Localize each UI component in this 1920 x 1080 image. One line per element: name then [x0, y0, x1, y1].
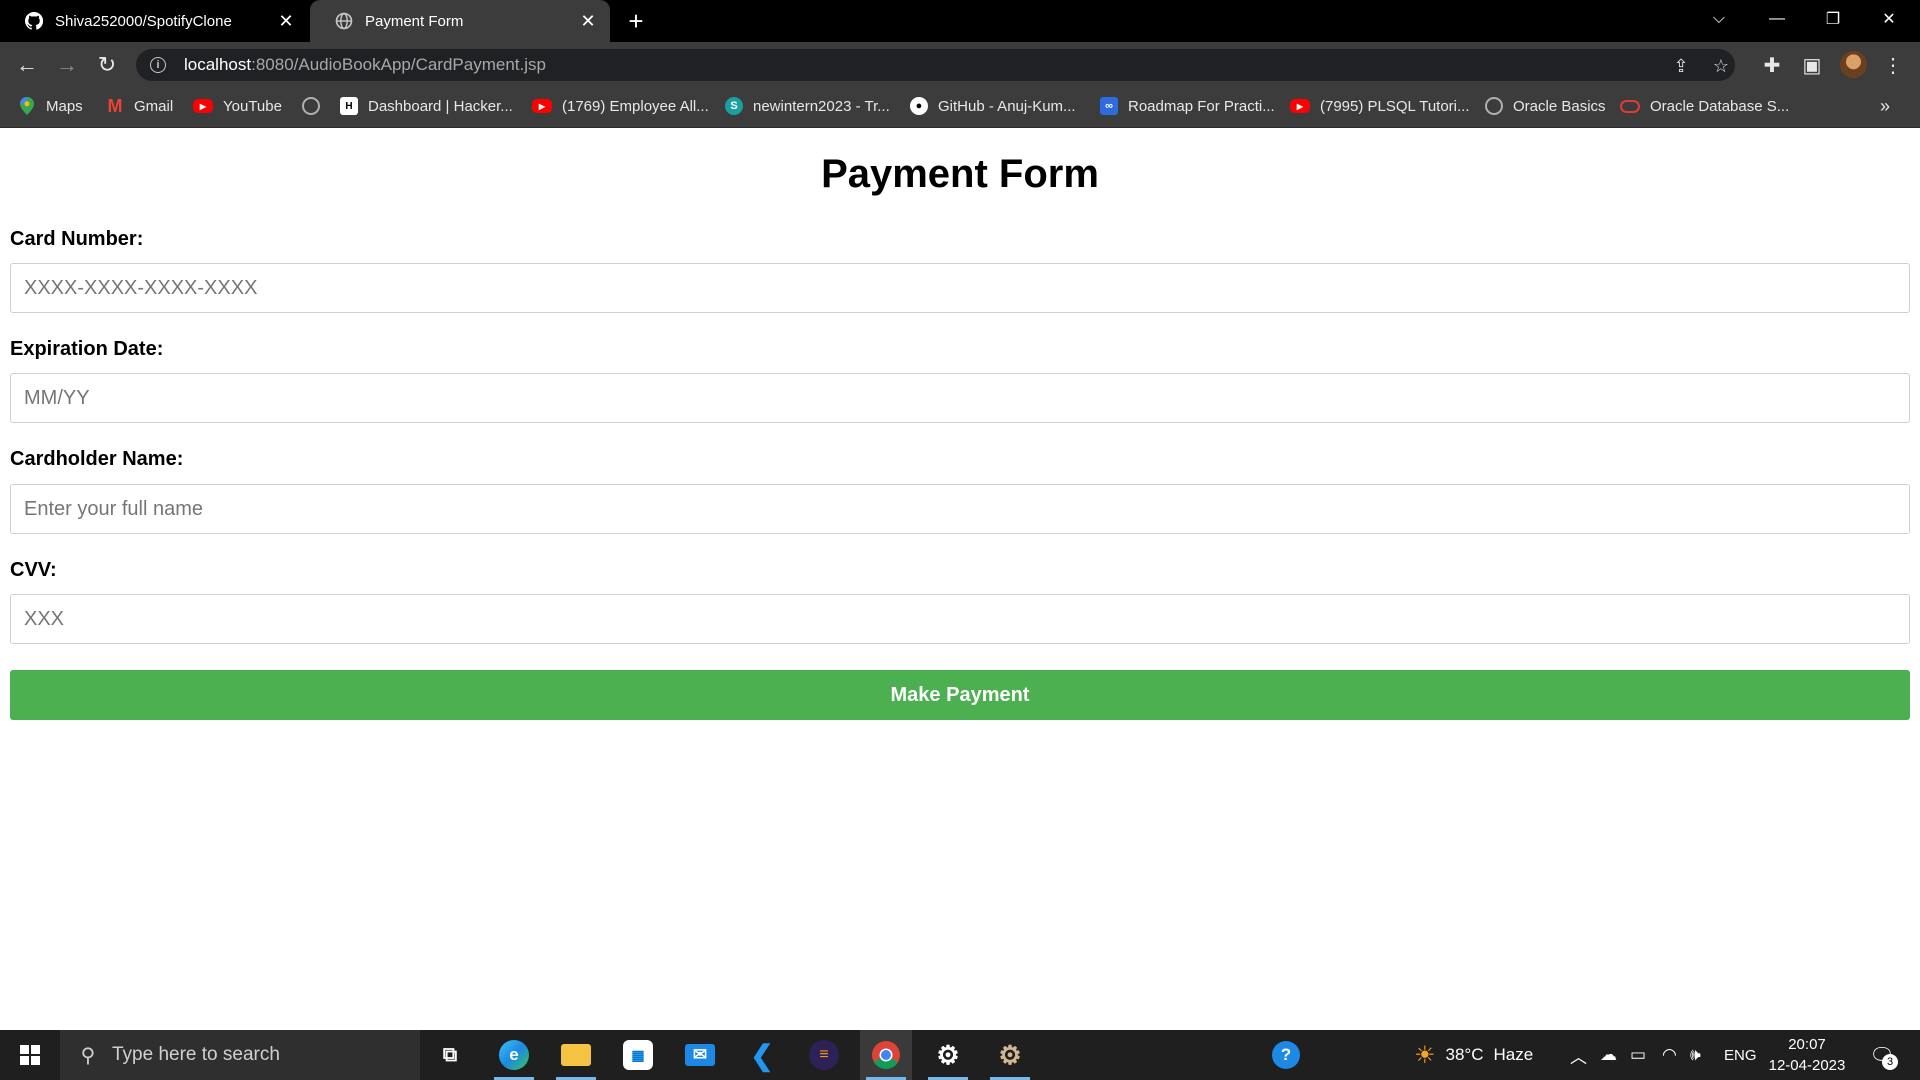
- reload-icon[interactable]: ↻: [92, 50, 122, 80]
- weather-widget[interactable]: ☀ 38°C Haze: [1414, 1030, 1533, 1080]
- bookmark-star-icon[interactable]: ☆: [1710, 55, 1732, 77]
- tab-title: Shiva252000/SpotifyClone: [55, 12, 232, 30]
- notifications-icon[interactable]: 🗨 3: [1866, 1040, 1898, 1070]
- taskbar-search-placeholder: Type here to search: [112, 1044, 280, 1065]
- bookmark-plsql[interactable]: ▶ (7995) PLSQL Tutori...: [1290, 88, 1470, 124]
- trello-icon: S: [725, 97, 743, 115]
- cvv-input[interactable]: [10, 594, 1910, 644]
- weather-temp: 38°C: [1445, 1045, 1484, 1064]
- gear-app-icon[interactable]: ⚙: [984, 1030, 1036, 1080]
- clock-date: 12-04-2023: [1768, 1057, 1846, 1074]
- bookmark-maps[interactable]: Maps: [18, 88, 83, 124]
- file-explorer-icon[interactable]: [550, 1030, 602, 1080]
- start-button[interactable]: [0, 1030, 60, 1080]
- volume-icon[interactable]: 🕪: [1690, 1030, 1701, 1080]
- settings-icon[interactable]: ⚙: [922, 1030, 974, 1080]
- card-number-label: Card Number:: [10, 228, 144, 250]
- site-info-icon[interactable]: i: [150, 57, 166, 73]
- url-path: :8080/AudioBookApp/CardPayment.jsp: [251, 55, 546, 74]
- store-icon[interactable]: ▦: [612, 1030, 664, 1080]
- oracle-icon: [1620, 99, 1640, 113]
- make-payment-button[interactable]: Make Payment: [10, 670, 1910, 720]
- youtube-icon: ▶: [532, 99, 552, 113]
- expiration-date-label: Expiration Date:: [10, 338, 164, 360]
- task-view-icon[interactable]: ⧉: [424, 1030, 476, 1080]
- windows-logo-icon: [20, 1045, 40, 1065]
- side-panel-icon[interactable]: ▣: [1797, 50, 1827, 80]
- bookmark-employee[interactable]: ▶ (1769) Employee All...: [532, 88, 709, 124]
- extensions-icon[interactable]: ✚: [1757, 50, 1787, 80]
- bookmarks-overflow-button[interactable]: »: [1880, 88, 1890, 124]
- youtube-icon: ▶: [1290, 99, 1310, 113]
- tab-spotifyclone[interactable]: Shiva252000/SpotifyClone ✕: [0, 0, 308, 42]
- haze-icon: ☀: [1414, 1041, 1436, 1069]
- restore-icon[interactable]: ❐: [1810, 0, 1856, 38]
- onedrive-icon[interactable]: ☁: [1600, 1030, 1617, 1080]
- battery-icon[interactable]: ▭: [1630, 1030, 1646, 1080]
- edge-icon[interactable]: e: [488, 1030, 540, 1080]
- tab-strip: Shiva252000/SpotifyClone ✕ Payment Form …: [0, 0, 1920, 42]
- globe-icon: [335, 12, 353, 30]
- github-icon: ●: [910, 97, 928, 115]
- browser-toolbar: ← → ↻ i localhost:8080/AudioBookApp/Card…: [0, 42, 1920, 88]
- bookmark-oracle-database[interactable]: Oracle Database S...: [1620, 88, 1789, 124]
- language-indicator[interactable]: ENG: [1724, 1030, 1757, 1080]
- wifi-icon[interactable]: ◠: [1662, 1030, 1677, 1080]
- menu-kebab-icon[interactable]: ⋮: [1878, 50, 1908, 80]
- clock-time: 20:07: [1788, 1036, 1826, 1053]
- expiration-date-input[interactable]: [10, 373, 1910, 423]
- gmail-icon: M: [107, 95, 123, 116]
- url-host: localhost: [184, 55, 252, 74]
- cardholder-name-input[interactable]: [10, 484, 1910, 534]
- youtube-icon: ▶: [193, 99, 213, 113]
- github-icon: [25, 12, 43, 30]
- help-icon[interactable]: ?: [1272, 1030, 1300, 1080]
- back-arrow-icon[interactable]: ←: [12, 50, 42, 80]
- search-icon: ⚲: [80, 1044, 96, 1067]
- bookmark-github[interactable]: ● GitHub - Anuj-Kum...: [910, 88, 1076, 124]
- bookmark-globe[interactable]: [302, 88, 330, 124]
- card-number-input[interactable]: [10, 263, 1910, 313]
- weather-condition: Haze: [1493, 1045, 1534, 1064]
- maps-icon: [18, 97, 36, 115]
- taskbar-clock[interactable]: 20:07 12-04-2023: [1762, 1034, 1852, 1076]
- globe-icon: [302, 97, 320, 115]
- roadmap-icon: ∞: [1100, 97, 1118, 115]
- bookmark-newintern[interactable]: S newintern2023 - Tr...: [725, 88, 890, 124]
- profile-avatar[interactable]: [1840, 51, 1867, 78]
- bookmark-youtube[interactable]: ▶ YouTube: [193, 88, 282, 124]
- tab-title: Payment Form: [365, 12, 464, 30]
- tab-search-chevron-icon[interactable]: ⌵: [1696, 0, 1742, 38]
- chrome-icon[interactable]: [860, 1030, 912, 1080]
- eclipse-icon[interactable]: ≡: [798, 1030, 850, 1080]
- forward-arrow-icon[interactable]: →: [52, 50, 82, 80]
- windows-taskbar: ⚲ Type here to search ⧉ e ▦ ✉ ❮ ≡ ⚙ ⚙ ? …: [0, 1030, 1920, 1080]
- bookmark-oracle-basics[interactable]: Oracle Basics: [1485, 88, 1606, 124]
- cardholder-name-label: Cardholder Name:: [10, 448, 184, 470]
- bookmark-hackerrank[interactable]: H Dashboard | Hacker...: [340, 88, 513, 124]
- page-content: Payment Form Card Number: Expiration Dat…: [0, 128, 1920, 1030]
- tab-payment-form[interactable]: Payment Form ✕: [310, 0, 610, 42]
- mail-icon[interactable]: ✉: [674, 1030, 726, 1080]
- vscode-icon[interactable]: ❮: [736, 1030, 788, 1080]
- share-icon[interactable]: ⇪: [1670, 55, 1692, 77]
- show-hidden-icons-icon[interactable]: ︿: [1570, 1030, 1587, 1080]
- close-tab-icon[interactable]: ✕: [576, 9, 600, 33]
- bookmarks-bar: Maps M Gmail ▶ YouTube H Dashboard | Hac…: [0, 88, 1920, 128]
- bookmark-gmail[interactable]: M Gmail: [106, 88, 174, 124]
- notification-count-badge: 3: [1882, 1054, 1898, 1070]
- taskbar-search-box[interactable]: ⚲ Type here to search: [60, 1030, 420, 1080]
- new-tab-button[interactable]: +: [620, 6, 652, 36]
- globe-icon: [1485, 97, 1503, 115]
- hackerrank-icon: H: [340, 97, 358, 115]
- close-window-icon[interactable]: ✕: [1866, 0, 1912, 38]
- minimize-icon[interactable]: —: [1754, 0, 1800, 38]
- address-bar[interactable]: i localhost:8080/AudioBookApp/CardPaymen…: [136, 49, 1735, 81]
- close-tab-icon[interactable]: ✕: [274, 9, 298, 33]
- bookmark-roadmap[interactable]: ∞ Roadmap For Practi...: [1100, 88, 1275, 124]
- page-title: Payment Form: [821, 152, 1099, 196]
- cvv-label: CVV:: [10, 559, 57, 581]
